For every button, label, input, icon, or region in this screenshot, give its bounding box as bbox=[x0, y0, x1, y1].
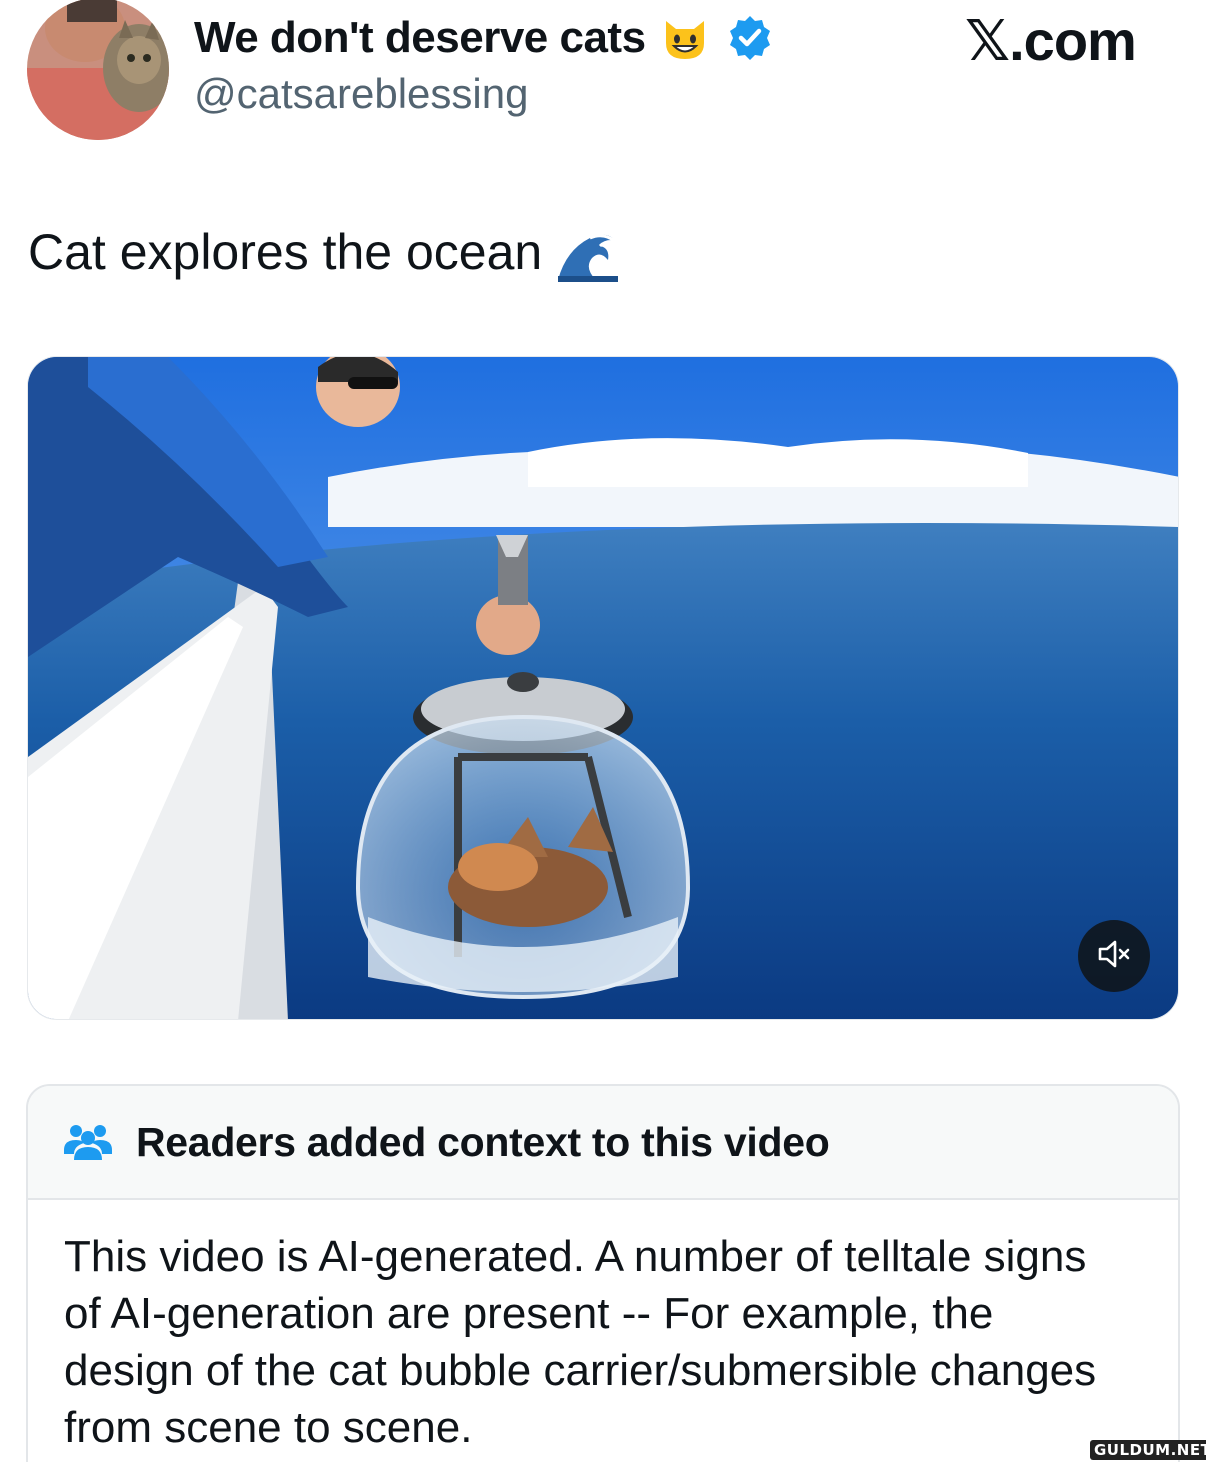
community-note-body: This video is AI-generated. A number of … bbox=[64, 1232, 1097, 1452]
avatar[interactable] bbox=[27, 0, 169, 140]
water-wave-emoji bbox=[556, 220, 620, 284]
video-frame bbox=[28, 357, 1178, 1019]
grinning-cat-emoji bbox=[660, 13, 710, 63]
tweet-text: Cat explores the ocean bbox=[28, 224, 543, 280]
community-note-header[interactable]: Readers added context to this video bbox=[28, 1086, 1178, 1200]
speaker-muted-icon bbox=[1094, 934, 1134, 979]
display-name[interactable]: We don't deserve cats bbox=[194, 13, 646, 63]
tweet-header: We don't deserve cats @catsareblessing 𝕏… bbox=[0, 0, 1206, 150]
people-group-icon bbox=[62, 1122, 114, 1162]
watermark-logo: GULDUM.NET bbox=[1090, 1440, 1206, 1460]
community-note-title: Readers added context to this video bbox=[136, 1118, 830, 1165]
handle[interactable]: @catsareblessing bbox=[194, 70, 528, 118]
display-name-row: We don't deserve cats bbox=[194, 10, 774, 66]
site-label: 𝕏.com bbox=[965, 9, 1137, 72]
tweet-text-row: Cat explores the ocean bbox=[28, 216, 620, 288]
mute-toggle-button[interactable] bbox=[1078, 920, 1150, 992]
verified-badge-icon bbox=[726, 14, 774, 62]
video-player[interactable] bbox=[27, 356, 1179, 1020]
community-note: Readers added context to this video This… bbox=[26, 1084, 1180, 1462]
